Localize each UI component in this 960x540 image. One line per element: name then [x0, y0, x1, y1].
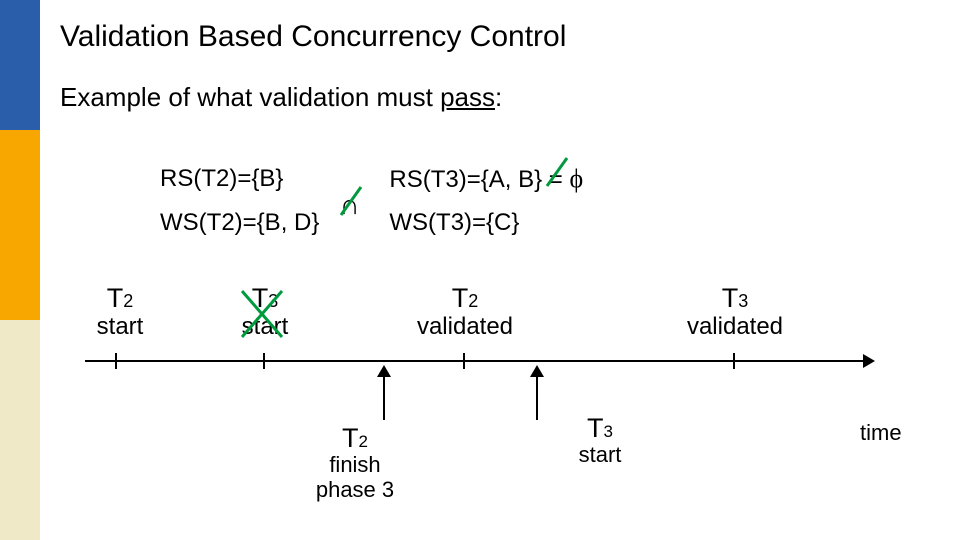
intersect-symbol: ∩ [339, 189, 359, 220]
ws-t3: WS(T3)={C} [389, 203, 601, 244]
side-bar-blue [0, 0, 40, 130]
timeline-label-t3-validated: T3 validated [675, 283, 795, 341]
up-arrow-icon [377, 365, 391, 420]
equals-sign: = [549, 166, 563, 193]
t2-validated-text: validated [417, 313, 513, 340]
subtitle: Example of what validation must pass: [60, 82, 502, 113]
t3-validated-text: validated [687, 313, 783, 340]
side-accent-bar [0, 0, 40, 540]
phi-symbol: ϕ [569, 164, 583, 193]
side-bar-cream [0, 320, 40, 540]
timeline-label-t2-finish: T2 finish phase 3 [295, 423, 415, 502]
ws-t2: WS(T2)={B, D} [160, 203, 337, 244]
t3-start-below-text: start [579, 442, 622, 467]
side-bar-gold [0, 130, 40, 320]
timeline-axis [85, 360, 865, 362]
timeline: T2 start T3 start T2 validated T3 valida… [85, 275, 875, 400]
timeline-label-t2-validated: T2 validated [405, 283, 525, 341]
page-title: Validation Based Concurrency Control [60, 20, 566, 54]
subtitle-underlined: pass [440, 82, 495, 112]
time-axis-label: time [860, 420, 902, 446]
rs-t3: RS(T3)={A, B} [389, 166, 542, 193]
t2-finish-l2: finish [329, 452, 380, 477]
t2-finish-l3: phase 3 [316, 477, 394, 502]
timeline-label-t3-start-below: T3 start [560, 413, 640, 468]
up-arrow-icon [530, 365, 544, 420]
subtitle-post: : [495, 82, 502, 112]
t2-start-text: start [97, 313, 144, 340]
t3-start-crossed-text: start [242, 313, 289, 340]
rs-t2: RS(T2)={B} [160, 157, 337, 201]
timeline-label-t2-start: T2 start [85, 283, 155, 341]
set-expressions: RS(T2)={B} ∩ RS(T3)={A, B} = [158, 155, 603, 246]
timeline-arrowhead-icon [863, 354, 875, 368]
subtitle-pre: Example of what validation must [60, 82, 440, 112]
timeline-label-t3-start-crossed: T3 start [230, 283, 300, 341]
